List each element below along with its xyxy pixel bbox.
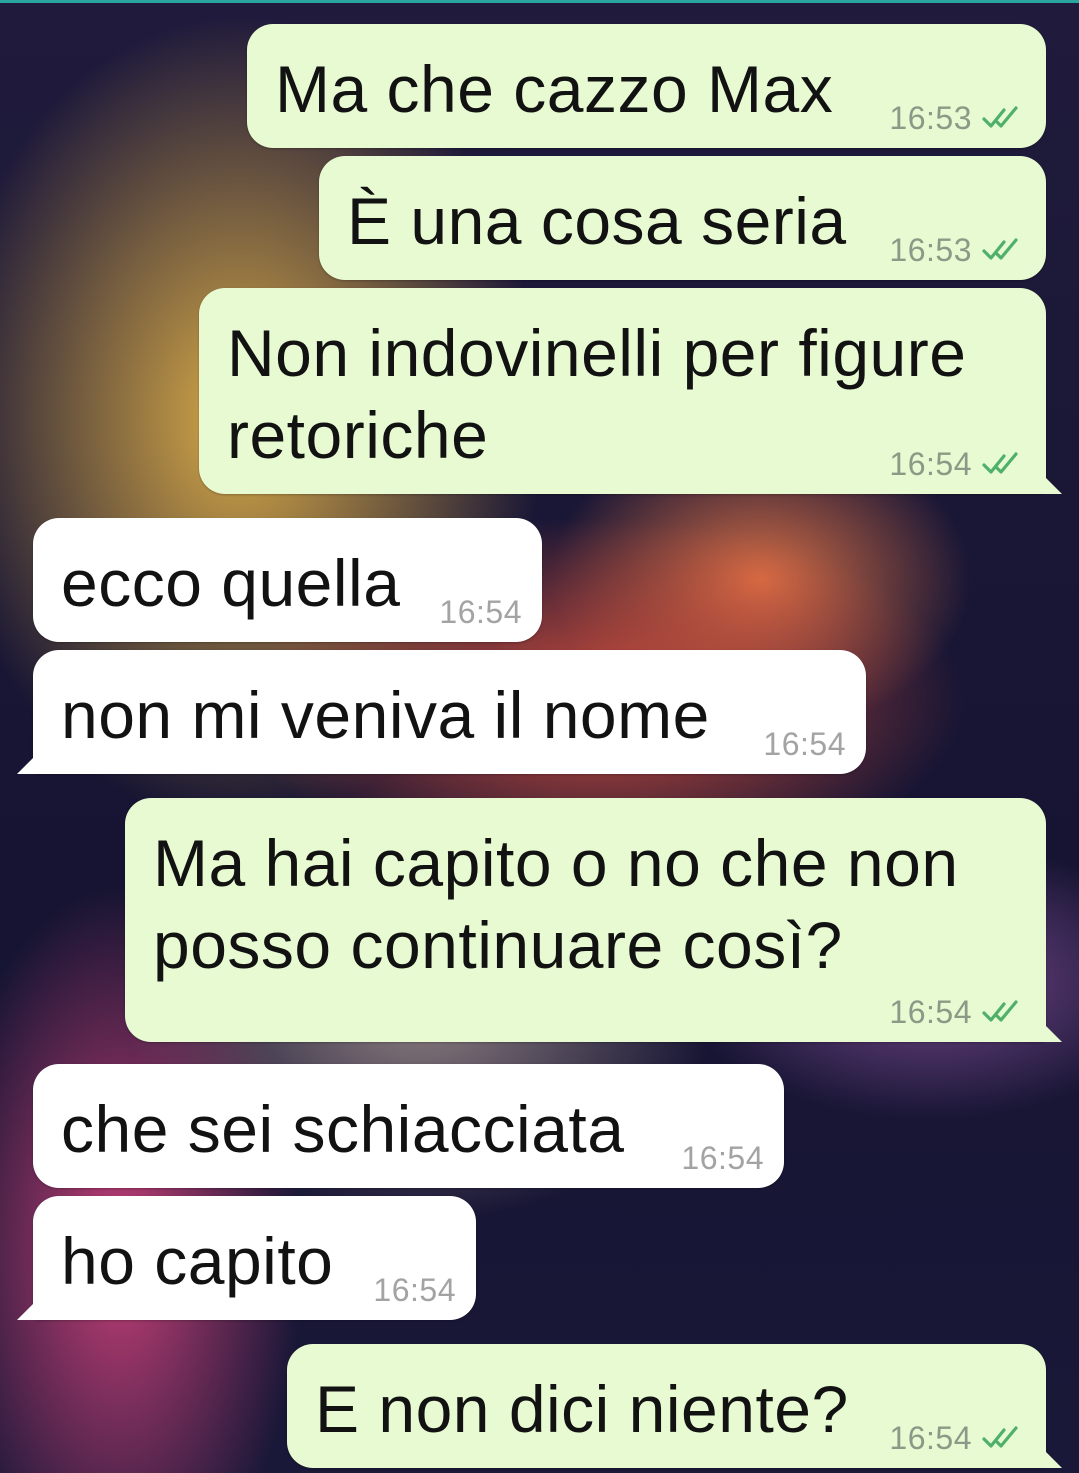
message-bubble-incoming[interactable]: ecco quella 16:54	[33, 518, 542, 642]
message-meta: 16:54	[889, 446, 1026, 482]
double-check-icon	[982, 1426, 1018, 1448]
message-meta: 16:54	[681, 1140, 764, 1176]
message-bubble-incoming[interactable]: ho capito 16:54	[17, 1196, 476, 1320]
top-accent-line	[0, 0, 1079, 3]
message-text: non mi veniva il nome	[61, 678, 710, 752]
message-bubble-outgoing[interactable]: Ma hai capito o no che non posso continu…	[125, 798, 1062, 1042]
double-check-icon	[982, 452, 1018, 474]
message-bubble-outgoing[interactable]: È una cosa seria 16:53	[319, 156, 1046, 280]
message-text: che sei schiacciata	[61, 1092, 625, 1166]
message-meta: 16:54	[889, 1420, 1026, 1456]
bubble-tail	[17, 1298, 39, 1320]
bubble-tail	[1040, 1020, 1062, 1042]
double-check-icon	[982, 1000, 1018, 1022]
message-meta: 16:53	[889, 100, 1026, 136]
bubble-tail	[17, 752, 39, 774]
message-bubble-outgoing[interactable]: Non indovinelli per figure retoriche 16:…	[199, 288, 1062, 494]
bubble-tail	[1040, 1446, 1062, 1468]
message-bubble-incoming[interactable]: non mi veniva il nome 16:54	[17, 650, 866, 774]
bubble-tail	[1040, 472, 1062, 494]
message-meta: 16:54	[889, 994, 1026, 1030]
message-meta: 16:54	[439, 594, 522, 630]
message-bubble-outgoing[interactable]: E non dici niente? 16:54	[287, 1344, 1062, 1468]
message-time: 16:54	[439, 594, 522, 630]
double-check-icon	[982, 106, 1018, 128]
message-meta: 16:54	[373, 1272, 456, 1308]
message-time: 16:53	[889, 232, 972, 268]
message-meta: 16:54	[763, 726, 846, 762]
message-bubble-incoming[interactable]: che sei schiacciata 16:54	[33, 1064, 784, 1188]
message-text: Ma hai capito o no che non posso continu…	[153, 826, 959, 982]
message-bubble-outgoing[interactable]: Ma che cazzo Max 16:53	[247, 24, 1046, 148]
double-check-icon	[982, 238, 1018, 260]
message-time: 16:54	[889, 1420, 972, 1456]
message-meta: 16:53	[889, 232, 1026, 268]
message-time: 16:54	[373, 1272, 456, 1308]
message-time: 16:54	[889, 994, 972, 1030]
message-time: 16:54	[889, 446, 972, 482]
message-time: 16:54	[763, 726, 846, 762]
message-time: 16:53	[889, 100, 972, 136]
message-time: 16:54	[681, 1140, 764, 1176]
